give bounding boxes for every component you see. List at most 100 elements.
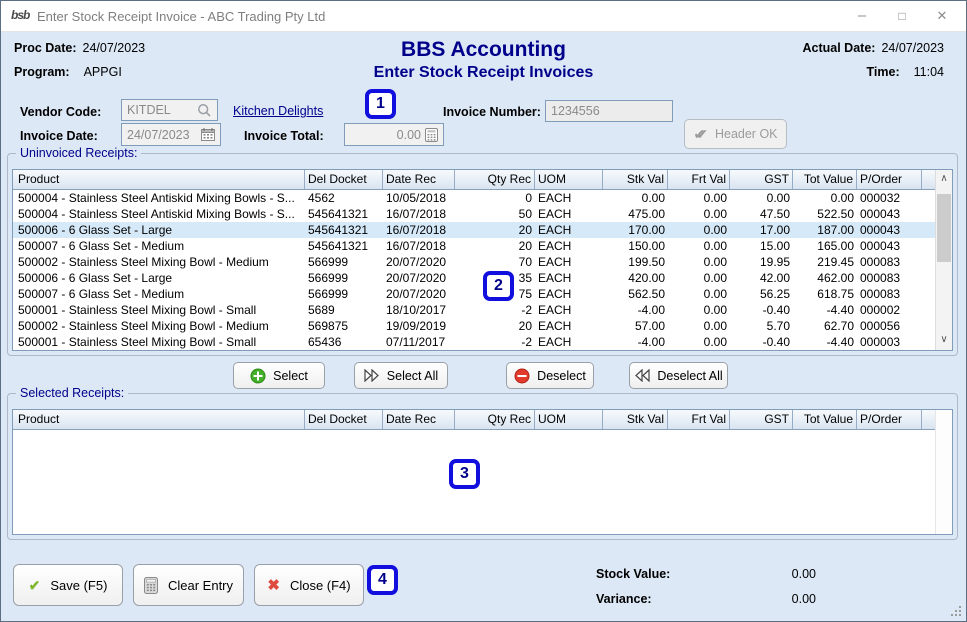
table-row[interactable]: 500004 - Stainless Steel Antiskid Mixing… xyxy=(13,206,952,222)
cell-gst: 19.95 xyxy=(730,254,793,270)
cell-frt_val: 0.00 xyxy=(668,238,730,254)
close-label: Close (F4) xyxy=(290,578,351,593)
table-row[interactable]: 500004 - Stainless Steel Antiskid Mixing… xyxy=(13,190,952,206)
table-row[interactable]: 500002 - Stainless Steel Mixing Bowl - M… xyxy=(13,318,952,334)
annotation-1: 1 xyxy=(365,89,396,119)
column-header-frt_val[interactable]: Frt Val xyxy=(668,410,730,429)
cell-stk_val: -4.00 xyxy=(603,302,668,318)
calendar-icon[interactable] xyxy=(201,128,215,141)
cell-tot_value: 187.00 xyxy=(793,222,857,238)
cell-frt_val: 0.00 xyxy=(668,270,730,286)
time: Time:11:04 xyxy=(867,65,944,79)
vertical-scrollbar-empty[interactable] xyxy=(935,410,952,534)
column-header-uom[interactable]: UOM xyxy=(535,170,603,189)
table-row[interactable]: 500007 - 6 Glass Set - Medium54564132116… xyxy=(13,238,952,254)
double-chevron-left-icon xyxy=(634,369,650,382)
search-icon[interactable] xyxy=(197,103,212,118)
column-header-uom[interactable]: UOM xyxy=(535,410,603,429)
cell-stk_val: 150.00 xyxy=(603,238,668,254)
cell-gst: -0.40 xyxy=(730,334,793,350)
column-header-product[interactable]: Product xyxy=(13,170,305,189)
column-header-del_docket[interactable]: Del Docket xyxy=(305,170,383,189)
close-x-icon: ✖ xyxy=(267,576,280,594)
check-icon: ✔ xyxy=(29,578,41,592)
table-row[interactable]: 500001 - Stainless Steel Mixing Bowl - S… xyxy=(13,334,952,350)
minimize-icon[interactable]: – xyxy=(842,1,882,32)
column-header-del_docket[interactable]: Del Docket xyxy=(305,410,383,429)
selected-receipts-group: Selected Receipts: ProductDel DocketDate… xyxy=(7,393,958,540)
save-button[interactable]: ✔ Save (F5) xyxy=(13,564,123,606)
table-row[interactable]: 500002 - Stainless Steel Mixing Bowl - M… xyxy=(13,254,952,270)
actual-date-label: Actual Date: xyxy=(803,41,876,55)
resize-grip[interactable] xyxy=(951,606,961,616)
column-header-frt_val[interactable]: Frt Val xyxy=(668,170,730,189)
select-button[interactable]: Select xyxy=(233,362,325,389)
invoice-date-field[interactable]: 24/07/2023 xyxy=(121,123,221,146)
column-header-p_order[interactable]: P/Order xyxy=(857,410,922,429)
cell-tot_value: 219.45 xyxy=(793,254,857,270)
table-row[interactable]: 500001 - Stainless Steel Mixing Bowl - S… xyxy=(13,302,952,318)
cell-del_docket: 566999 xyxy=(305,254,383,270)
close-button[interactable]: ✖ Close (F4) xyxy=(254,564,364,606)
cell-p_order: 000083 xyxy=(857,286,922,302)
clear-entry-button[interactable]: Clear Entry xyxy=(133,564,244,606)
vertical-scrollbar[interactable]: ∧ ∨ xyxy=(935,170,952,350)
cell-del_docket: 569875 xyxy=(305,318,383,334)
table-row[interactable]: 500006 - 6 Glass Set - Large54564132116/… xyxy=(13,222,952,238)
vendor-name-link[interactable]: Kitchen Delights xyxy=(233,104,323,118)
cell-uom: EACH xyxy=(535,318,603,334)
cell-frt_val: 0.00 xyxy=(668,222,730,238)
uninvoiced-table-header: ProductDel DocketDate RecQty RecUOMStk V… xyxy=(13,170,935,190)
column-header-tot_value[interactable]: Tot Value xyxy=(793,410,857,429)
variance-value: 0.00 xyxy=(701,592,816,606)
cell-qty_rec: 50 xyxy=(455,206,535,222)
column-header-gst[interactable]: GST xyxy=(730,410,793,429)
column-header-stk_val[interactable]: Stk Val xyxy=(603,410,668,429)
cell-uom: EACH xyxy=(535,222,603,238)
invoice-number-field[interactable]: 1234556 xyxy=(545,100,673,122)
cell-product: 500004 - Stainless Steel Antiskid Mixing… xyxy=(13,206,305,222)
column-header-date_rec[interactable]: Date Rec xyxy=(383,170,455,189)
invoice-total-field[interactable]: 0.00 xyxy=(344,123,444,146)
vendor-code-label: Vendor Code: xyxy=(20,105,101,119)
cell-p_order: 000043 xyxy=(857,222,922,238)
maximize-icon[interactable]: □ xyxy=(882,1,922,32)
header-ok-label: Header OK xyxy=(715,127,778,141)
column-header-qty_rec[interactable]: Qty Rec xyxy=(455,410,535,429)
uninvoiced-receipts-legend: Uninvoiced Receipts: xyxy=(16,146,141,160)
cell-tot_value: 618.75 xyxy=(793,286,857,302)
cell-p_order: 000043 xyxy=(857,238,922,254)
deselect-all-button[interactable]: Deselect All xyxy=(629,362,728,389)
cell-product: 500002 - Stainless Steel Mixing Bowl - M… xyxy=(13,318,305,334)
cell-tot_value: 165.00 xyxy=(793,238,857,254)
cell-stk_val: 57.00 xyxy=(603,318,668,334)
column-header-date_rec[interactable]: Date Rec xyxy=(383,410,455,429)
cell-date_rec: 19/09/2019 xyxy=(383,318,455,334)
cell-product: 500007 - 6 Glass Set - Medium xyxy=(13,286,305,302)
cell-p_order: 000083 xyxy=(857,270,922,286)
select-all-button[interactable]: Select All xyxy=(354,362,448,389)
column-header-tot_value[interactable]: Tot Value xyxy=(793,170,857,189)
scrollbar-thumb[interactable] xyxy=(937,194,951,262)
vendor-code-field[interactable]: KITDEL xyxy=(121,99,218,121)
cell-frt_val: 0.00 xyxy=(668,318,730,334)
cell-frt_val: 0.00 xyxy=(668,302,730,318)
header-ok-button[interactable]: ✔✔ Header OK xyxy=(684,119,787,149)
calculator-icon[interactable] xyxy=(425,128,438,142)
column-header-filler xyxy=(922,410,935,429)
column-header-product[interactable]: Product xyxy=(13,410,305,429)
cell-tot_value: 462.00 xyxy=(793,270,857,286)
close-icon[interactable]: ✕ xyxy=(922,1,962,32)
column-header-p_order[interactable]: P/Order xyxy=(857,170,922,189)
cell-stk_val: 0.00 xyxy=(603,190,668,206)
double-chevron-right-icon xyxy=(364,369,380,382)
scroll-up-icon[interactable]: ∧ xyxy=(936,171,952,188)
cell-product: 500007 - 6 Glass Set - Medium xyxy=(13,238,305,254)
selected-receipts-legend: Selected Receipts: xyxy=(16,386,128,400)
column-header-qty_rec[interactable]: Qty Rec xyxy=(455,170,535,189)
column-header-gst[interactable]: GST xyxy=(730,170,793,189)
cell-p_order: 000056 xyxy=(857,318,922,334)
column-header-stk_val[interactable]: Stk Val xyxy=(603,170,668,189)
deselect-button[interactable]: Deselect xyxy=(506,362,594,389)
scroll-down-icon[interactable]: ∨ xyxy=(936,332,952,349)
